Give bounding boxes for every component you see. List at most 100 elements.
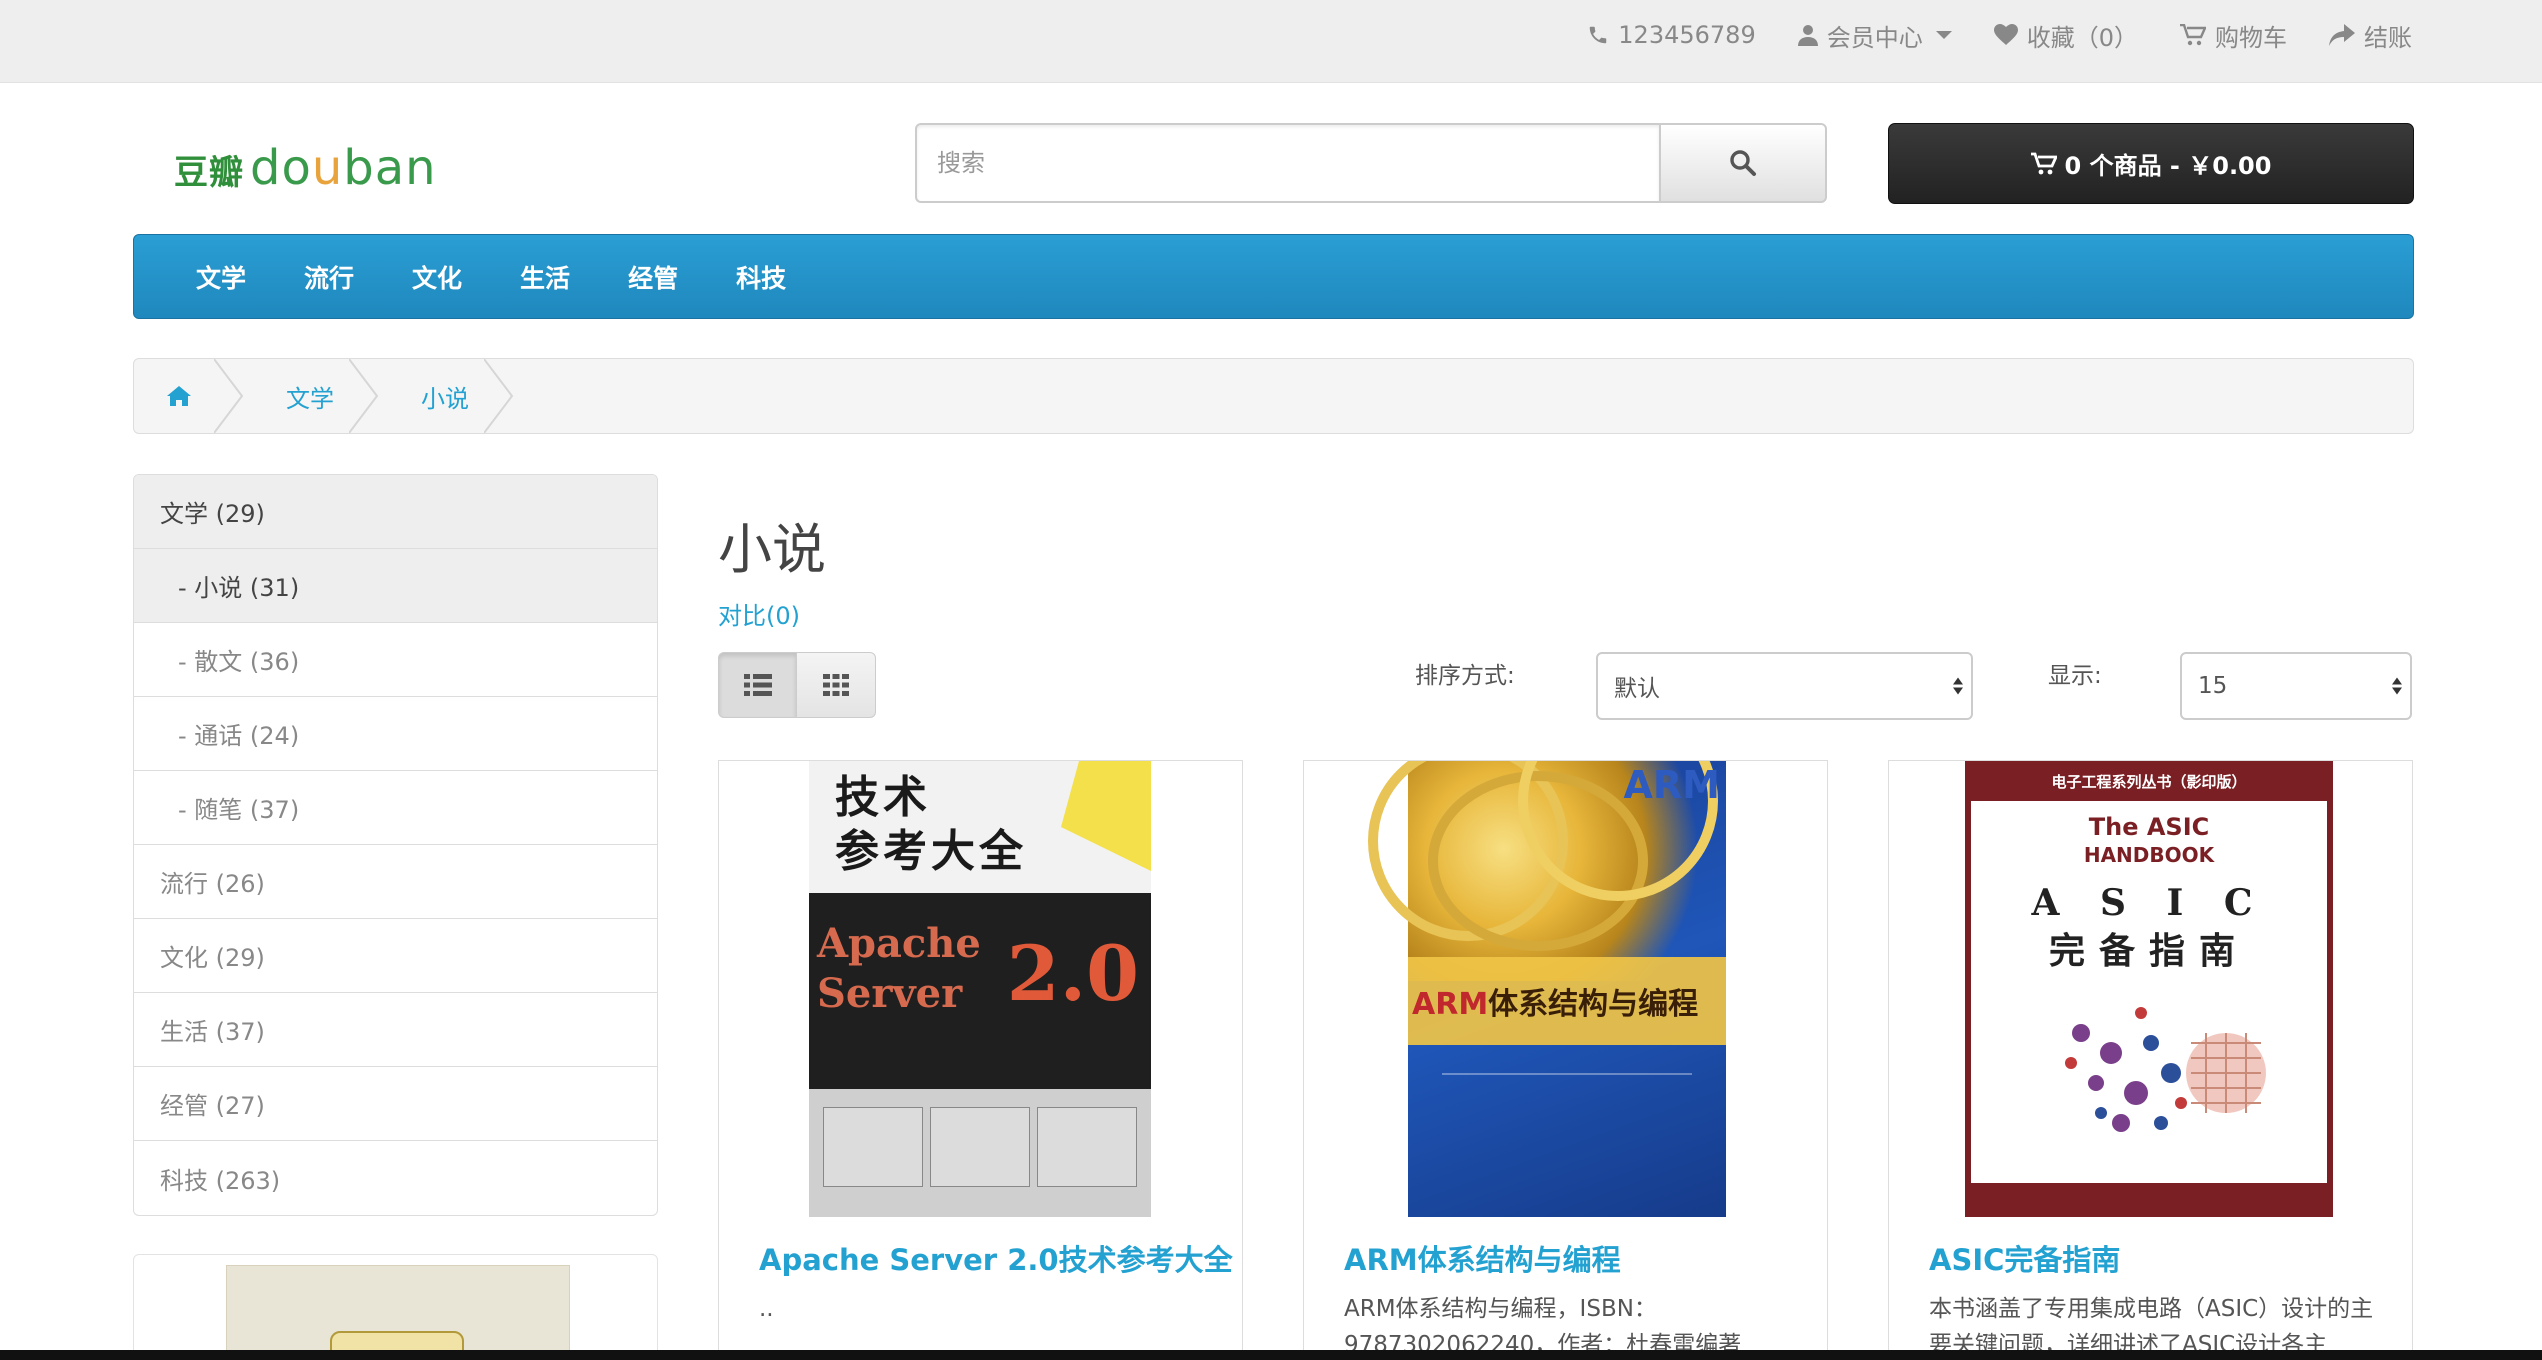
sort-label: 排序方式: — [1415, 663, 1515, 689]
breadcrumb-separator — [349, 359, 379, 433]
menu-item-business[interactable]: 经管 — [628, 259, 678, 295]
favorites-link[interactable]: 收藏（0） — [1993, 18, 2138, 53]
cart-icon — [2030, 152, 2057, 174]
logo-en: douban — [250, 140, 437, 196]
logo-en-part-1: do — [250, 140, 312, 196]
search-icon — [1730, 150, 1756, 176]
sidebar-item-life[interactable]: 生活 (37) — [134, 993, 657, 1067]
cover-title-en: Apache Server — [817, 920, 981, 1017]
sidebar-banner[interactable] — [133, 1254, 658, 1360]
product-title[interactable]: Apache Server 2.0技术参考大全 — [759, 1237, 1233, 1279]
cover-title-rest: 体系结构与编程 — [1488, 987, 1699, 1022]
member-center-label: 会员中心 — [1826, 23, 1923, 52]
product-title[interactable]: ASIC完备指南 — [1929, 1237, 2120, 1279]
cart-summary-button[interactable]: 0 个商品 - ￥0.00 — [1888, 123, 2414, 204]
sidebar-item-novel[interactable]: - 小说 (31) — [134, 549, 657, 623]
sidebar-item-popular[interactable]: 流行 (26) — [134, 845, 657, 919]
cart-icon — [2180, 24, 2206, 46]
cover-illustration — [2065, 1007, 2266, 1132]
checkout-link[interactable]: 结账 — [2329, 18, 2412, 53]
breadcrumb-label: 小说 — [421, 384, 469, 413]
breadcrumb-home[interactable] — [134, 359, 244, 433]
sidebar-item-technology[interactable]: 科技 (263) — [134, 1141, 657, 1215]
phone-icon — [1590, 26, 1607, 44]
menu-item-culture[interactable]: 文化 — [412, 259, 462, 295]
cover-title-zh-2: 完备指南 — [2048, 930, 2249, 972]
list-view-button[interactable] — [718, 652, 797, 718]
product-image[interactable]: 技术 参考大全 Apache Server 2.0 — [809, 761, 1151, 1217]
cover-title-red: ARM — [1412, 987, 1489, 1022]
grid-icon — [823, 674, 849, 696]
cart-link[interactable]: 购物车 — [2180, 18, 2287, 53]
sidebar-item-essay[interactable]: - 随笔 (37) — [134, 771, 657, 845]
sort-select[interactable]: 默认 — [1596, 652, 1973, 720]
product-card: ARM ARM体系结构与编程 ARM体系结构与编程 ARM体系结构与编程，ISB… — [1303, 760, 1828, 1360]
cover-box — [823, 1107, 923, 1187]
cover-title: ARM体系结构与编程 — [1412, 979, 1698, 1023]
cover-title-zh: 技术 参考大全 — [835, 772, 1027, 877]
cover-arm-text: ARM — [1623, 763, 1720, 807]
search-bar — [915, 123, 1827, 203]
breadcrumb-separator — [484, 359, 514, 433]
heart-icon — [1993, 24, 2018, 45]
menu-item-life[interactable]: 生活 — [520, 259, 570, 295]
grid-view-button[interactable] — [797, 652, 876, 718]
menu-item-technology[interactable]: 科技 — [736, 259, 786, 295]
breadcrumb-item-novel[interactable]: 小说 — [379, 359, 514, 433]
compare-link[interactable]: 对比(0) — [718, 596, 800, 631]
cover-title-zh-1: A S I C — [2031, 882, 2267, 924]
cover-version: 2.0 — [1006, 929, 1139, 1018]
menu-item-literature[interactable]: 文学 — [196, 259, 246, 295]
member-center-dropdown[interactable]: 会员中心 — [1797, 18, 1952, 53]
breadcrumb-item-literature[interactable]: 文学 — [244, 359, 379, 433]
cover-small-text — [1442, 1073, 1692, 1143]
site-logo[interactable]: 豆瓣 douban — [174, 140, 437, 196]
menu-item-popular[interactable]: 流行 — [304, 259, 354, 295]
cover-lower — [809, 1089, 1151, 1217]
top-links: 123456789 会员中心 收藏（0） 购物车 结账 — [1587, 0, 2412, 70]
select-arrows-icon — [1953, 677, 1963, 695]
sidebar-item-culture[interactable]: 文化 (29) — [134, 919, 657, 993]
breadcrumb-label: 文学 — [286, 384, 334, 413]
product-title[interactable]: ARM体系结构与编程 — [1344, 1237, 1621, 1279]
select-arrows-icon — [2392, 677, 2402, 695]
category-sidebar: 文学 (29) - 小说 (31) - 散文 (36) - 通话 (24) - … — [133, 474, 658, 1216]
logo-en-part-3: ban — [343, 140, 437, 196]
product-description: .. — [759, 1296, 774, 1322]
sidebar-item-literature[interactable]: 文学 (29) — [134, 475, 657, 549]
product-image[interactable]: ARM ARM体系结构与编程 — [1368, 761, 1726, 1217]
show-select-value: 15 — [2198, 673, 2228, 699]
show-label: 显示: — [2048, 663, 2102, 689]
page-title: 小说 — [718, 518, 826, 581]
home-icon — [167, 386, 191, 406]
product-card: 技术 参考大全 Apache Server 2.0 Apache Server … — [718, 760, 1243, 1360]
checkout-label: 结账 — [2364, 23, 2412, 52]
product-card: 电子工程系列丛书（影印版） The ASIC HANDBOOK A S I C 完备… — [1888, 760, 2413, 1360]
sidebar-item-fairy-tale[interactable]: - 通话 (24) — [134, 697, 657, 771]
sidebar-item-business[interactable]: 经管 (27) — [134, 1067, 657, 1141]
cover-footer — [1971, 1183, 2327, 1217]
user-icon — [1797, 25, 1818, 46]
share-icon — [2329, 24, 2355, 46]
breadcrumb-separator — [214, 359, 244, 433]
search-input[interactable] — [915, 123, 1659, 203]
cart-summary-label: 0 个商品 - ￥0.00 — [2064, 152, 2272, 180]
cover-title-en-2: HANDBOOK — [2083, 843, 2215, 867]
breadcrumb: 文学 小说 — [133, 358, 2414, 434]
cover-title-en-1: The ASIC — [2088, 813, 2210, 841]
cover-title-en: The ASIC HANDBOOK — [1971, 813, 2327, 869]
main-menu: 文学 流行 文化 生活 经管 科技 — [133, 234, 2414, 319]
product-image[interactable]: 电子工程系列丛书（影印版） The ASIC HANDBOOK A S I C 完备… — [1965, 761, 2333, 1217]
cover-title-band: ARM体系结构与编程 — [1408, 957, 1726, 1045]
cover-box — [930, 1107, 1030, 1187]
logo-cn: 豆瓣 — [174, 153, 244, 193]
search-button[interactable] — [1659, 123, 1827, 203]
logo-en-part-2: u — [311, 140, 344, 196]
sidebar-item-prose[interactable]: - 散文 (36) — [134, 623, 657, 697]
cover-box — [1037, 1107, 1137, 1187]
top-bar: 123456789 会员中心 收藏（0） 购物车 结账 — [0, 0, 2542, 83]
sort-select-value: 默认 — [1614, 676, 1660, 702]
show-select[interactable]: 15 — [2180, 652, 2412, 720]
phone-link[interactable]: 123456789 — [1587, 21, 1756, 49]
favorites-label: 收藏（0） — [2026, 23, 2138, 52]
